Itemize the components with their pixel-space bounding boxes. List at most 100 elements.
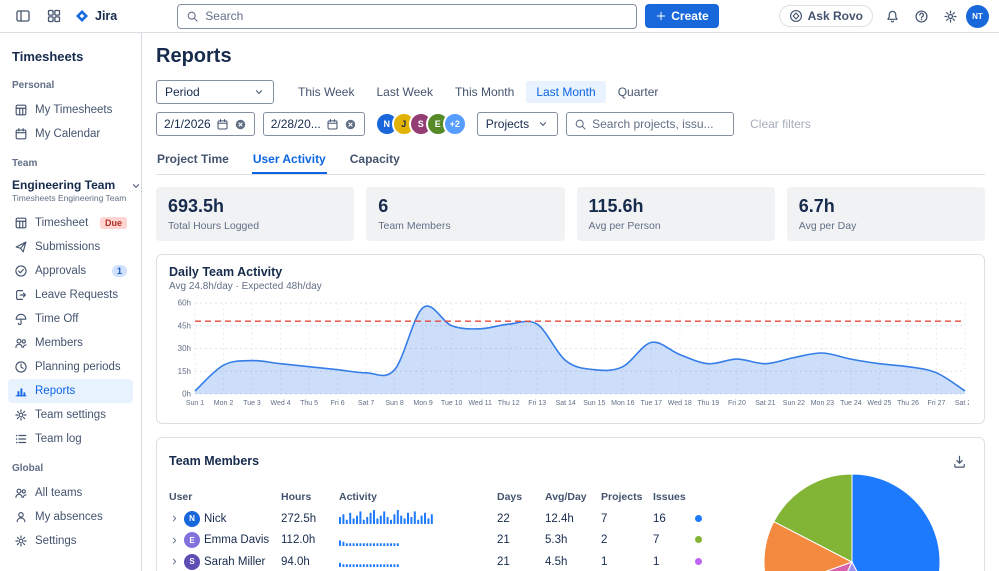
search-icon (574, 118, 587, 131)
date-from-value: 2/1/2026 (164, 117, 211, 131)
svg-text:Wed 11: Wed 11 (468, 400, 492, 407)
sidebar-item-settings[interactable]: Settings (8, 529, 133, 553)
chevron-right-icon[interactable] (169, 556, 180, 567)
table-row[interactable]: E Emma Davis 112.0h 21 5.3h 2 7 (169, 530, 729, 552)
stats-cards: 693.5h Total Hours Logged 6 Team Members… (156, 187, 985, 241)
app-grid-icon (46, 8, 62, 24)
stat-card-avg-per-day: 6.7h Avg per Day (786, 187, 985, 241)
global-search[interactable] (177, 3, 638, 29)
range-chip-last-week[interactable]: Last Week (366, 81, 442, 103)
tab-user-activity[interactable]: User Activity (252, 148, 327, 174)
sidebar-item-team-settings[interactable]: Team settings (8, 403, 133, 427)
range-chip-this-week[interactable]: This Week (288, 81, 364, 103)
activity-sparkline (339, 563, 399, 568)
member-issues: 16 (653, 512, 666, 525)
chart-subtitle: Avg 24.8h/day · Expected 48h/day (169, 281, 322, 292)
member-hours: 272.5h (281, 512, 317, 525)
sidebar-toggle-button[interactable] (10, 3, 36, 29)
stat-value: 6 (378, 196, 389, 216)
ask-rovo-button[interactable]: Ask Rovo (778, 5, 873, 27)
activity-sparkline (339, 540, 399, 546)
sidebar-item-team-log[interactable]: Team log (8, 427, 133, 451)
help-button[interactable] (908, 3, 934, 29)
download-button[interactable] (946, 448, 972, 474)
sidebar-item-reports[interactable]: Reports (8, 379, 133, 403)
members-table: User Hours Activity Days Avg/Day Projects Issu… (169, 486, 729, 571)
sidebar-item-all-teams[interactable]: All teams (8, 481, 133, 505)
members-icon (14, 336, 28, 350)
jira-mark-icon (74, 8, 90, 24)
svg-text:Tue 3: Tue 3 (243, 400, 261, 407)
svg-text:Sat 14: Sat 14 (556, 400, 576, 407)
sidebar-item-my-absences[interactable]: My absences (8, 505, 133, 529)
table-header: User Hours Activity Days Avg/Day Projects Issu… (169, 486, 729, 508)
member-projects: 7 (601, 512, 608, 525)
avatar: S (184, 553, 200, 570)
column-header: Activity (339, 491, 377, 503)
svg-text:Thu 5: Thu 5 (300, 400, 318, 407)
sidebar-item-members[interactable]: Members (8, 331, 133, 355)
clear-date-icon[interactable] (234, 118, 247, 131)
svg-text:Fri 20: Fri 20 (728, 400, 746, 407)
date-to-field[interactable]: 2/28/20... (262, 112, 365, 136)
shell: Timesheets Personal My Timesheets My Cal… (0, 33, 999, 571)
app-switcher-button[interactable] (41, 3, 67, 29)
stat-value: 6.7h (798, 196, 835, 216)
chevron-right-icon[interactable] (169, 535, 180, 546)
range-chip-this-month[interactable]: This Month (445, 81, 524, 103)
sidebar-item-planning-periods[interactable]: Planning periods (8, 355, 133, 379)
members-header: Team Members (169, 448, 972, 474)
stat-card-total-hours-logged: 693.5h Total Hours Logged (156, 187, 355, 241)
sidebar-item-submissions[interactable]: Submissions (8, 235, 133, 259)
calendar-icon (216, 118, 229, 131)
issue-search-field[interactable] (566, 112, 735, 136)
period-select[interactable]: Period (156, 80, 274, 104)
tab-capacity[interactable]: Capacity (349, 148, 401, 174)
sidebar-item-time-off[interactable]: Time Off (8, 307, 133, 331)
sidebar-item-approvals[interactable]: Approvals 1 (8, 259, 133, 283)
download-icon (952, 454, 967, 469)
date-from-field[interactable]: 2/1/2026 (156, 112, 255, 136)
sidebar-item-my-calendar[interactable]: My Calendar (8, 122, 133, 146)
svg-text:30h: 30h (178, 344, 191, 353)
sidebar-team-header[interactable]: Engineering Team Timesheets Engineering … (8, 176, 140, 211)
user-filter-avatars[interactable]: N J S E +2 (374, 112, 467, 136)
range-chip-last-month[interactable]: Last Month (526, 81, 606, 103)
svg-text:Sun 15: Sun 15 (583, 400, 605, 407)
notifications-button[interactable] (879, 3, 905, 29)
sidebar-item-timesheet[interactable]: Timesheet Due (8, 211, 133, 235)
table-row[interactable]: N Nick 272.5h 22 12.4h 7 16 (169, 508, 729, 530)
reports-icon (14, 384, 28, 398)
sidebar-item-leave-requests[interactable]: Leave Requests (8, 283, 133, 307)
range-chip-quarter[interactable]: Quarter (608, 81, 669, 103)
clear-date-icon[interactable] (344, 118, 357, 131)
sidebar-item-my-timesheets[interactable]: My Timesheets (8, 98, 133, 122)
main-content: Reports Period This Week Last Week This Mo… (142, 33, 999, 571)
nav-center: Create (122, 3, 773, 29)
clear-filters-button[interactable]: Clear filters (750, 117, 811, 131)
stat-label: Avg per Person (588, 220, 661, 232)
teams-icon (14, 486, 28, 500)
projects-select[interactable]: Projects (476, 112, 559, 136)
stat-card-avg-per-person: 115.6h Avg per Person (576, 187, 775, 241)
members-title: Team Members (169, 454, 260, 468)
approvals-icon (14, 264, 28, 278)
issue-search-input[interactable] (592, 117, 727, 131)
global-search-input[interactable] (205, 9, 629, 23)
member-hours: 94.0h (281, 555, 310, 568)
column-header: Avg/Day (545, 491, 587, 503)
chevron-right-icon[interactable] (169, 513, 180, 524)
jira-logo[interactable]: Jira (74, 8, 117, 24)
table-row[interactable]: S Sarah Miller 94.0h 21 4.5h 1 1 (169, 551, 729, 571)
svg-text:Mon 16: Mon 16 (611, 400, 634, 407)
settings-button[interactable] (937, 3, 963, 29)
user-avatar[interactable]: NT (966, 4, 989, 28)
date-to-value: 2/28/20... (270, 117, 321, 131)
svg-text:Tue 17: Tue 17 (641, 400, 663, 407)
tab-project-time[interactable]: Project Time (156, 148, 230, 174)
stat-value: 693.5h (168, 196, 225, 216)
create-button[interactable]: Create (645, 4, 719, 28)
gear-icon (14, 408, 28, 422)
app: Jira Create Ask Rovo NT Timesheets (0, 0, 999, 571)
leave-icon (14, 288, 28, 302)
